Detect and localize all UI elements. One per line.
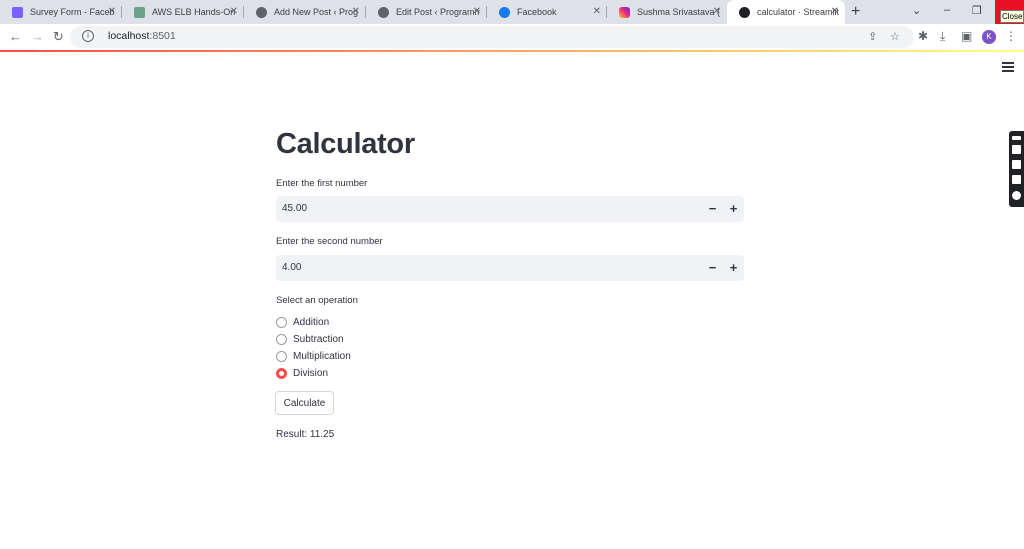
tab-title: AWS ELB Hands-On (152, 7, 236, 17)
header-decoration (0, 50, 1024, 52)
close-tab-icon[interactable]: ✕ (108, 6, 116, 18)
tab-search-chevron-icon[interactable]: ⌄ (912, 4, 921, 17)
radio-button[interactable] (276, 333, 287, 345)
drag-handle-icon[interactable] (1012, 136, 1021, 140)
close-tab-icon[interactable]: ✕ (713, 6, 721, 18)
tab-title: Edit Post ‹ Programm (396, 7, 480, 17)
first-number-value: 45.00 (282, 203, 308, 214)
window-capture-icon[interactable] (1012, 175, 1021, 184)
second-number-input[interactable]: 4.00 − + (276, 255, 744, 281)
tab-title: Sushma Srivastava ( (637, 7, 721, 17)
tab-title: Facebook (517, 7, 557, 17)
streamlit-icon (739, 6, 750, 18)
tab-strip: Survey Form - Faceb ✕ AWS ELB Hands-On ✕… (0, 0, 1024, 24)
tab-calculator-streamlit[interactable]: calculator · Streamlit ✕ (727, 0, 845, 24)
instagram-icon (619, 6, 630, 18)
tab-title: calculator · Streamlit (757, 7, 840, 17)
tab-edit-post[interactable]: Edit Post ‹ Programm ✕ (366, 0, 487, 24)
radio-button[interactable] (276, 316, 287, 328)
close-tab-icon[interactable]: ✕ (593, 6, 601, 18)
profile-avatar[interactable]: K (982, 30, 996, 44)
close-tab-icon[interactable]: ✕ (473, 6, 481, 18)
radio-label: Division (293, 367, 329, 379)
tab-title: Add New Post ‹ Prog (274, 7, 358, 17)
camera-icon[interactable] (1012, 145, 1021, 154)
forward-arrow-icon[interactable]: → (31, 29, 44, 45)
page-title: Calculator (276, 128, 415, 160)
first-number-input[interactable]: 45.00 − + (276, 196, 744, 222)
tab-aws-elb[interactable]: AWS ELB Hands-On ✕ (122, 0, 244, 24)
second-number-label: Enter the second number (276, 236, 383, 247)
main-menu-icon[interactable] (1002, 62, 1014, 72)
second-number-value: 4.00 (282, 262, 302, 273)
tab-favicon-icon (12, 6, 23, 18)
tab-survey-form[interactable]: Survey Form - Faceb ✕ (0, 0, 122, 24)
radio-button[interactable] (276, 350, 287, 362)
reload-icon[interactable]: ↻ (53, 29, 64, 45)
video-icon[interactable] (1012, 160, 1021, 169)
site-info-icon[interactable]: i (82, 30, 94, 42)
facebook-icon (499, 6, 510, 18)
bookmark-star-icon[interactable]: ☆ (890, 30, 900, 43)
close-tooltip: Close (1000, 10, 1024, 23)
globe-icon (378, 6, 389, 18)
radio-label: Subtraction (293, 333, 344, 345)
address-bar[interactable]: i localhost:8501 ⇪ ☆ (70, 26, 914, 48)
tab-title: Survey Form - Faceb (30, 7, 114, 17)
close-tab-icon[interactable]: ✕ (352, 6, 360, 18)
settings-gear-icon[interactable] (1012, 191, 1021, 200)
operation-label: Select an operation (276, 295, 358, 306)
calculate-button[interactable]: Calculate (275, 391, 334, 415)
radio-addition[interactable]: Addition (276, 315, 329, 329)
share-icon[interactable]: ⇪ (868, 30, 877, 43)
radio-division[interactable]: Division (276, 366, 328, 380)
second-number-decrement-button[interactable]: − (702, 255, 723, 281)
tab-instagram[interactable]: Sushma Srivastava ( ✕ (607, 0, 727, 24)
url-text: localhost:8501 (108, 30, 176, 42)
back-arrow-icon[interactable]: ← (9, 29, 22, 45)
recorder-widget (1009, 131, 1024, 207)
restore-icon[interactable]: ❐ (972, 4, 982, 17)
first-number-increment-button[interactable]: + (723, 196, 744, 222)
first-number-decrement-button[interactable]: − (702, 196, 723, 222)
tab-add-new-post[interactable]: Add New Post ‹ Prog ✕ (244, 0, 366, 24)
globe-icon (256, 6, 267, 18)
second-number-increment-button[interactable]: + (723, 255, 744, 281)
radio-button-selected[interactable] (276, 367, 287, 379)
close-tab-icon[interactable]: ✕ (230, 6, 238, 18)
close-tab-icon[interactable]: ✕ (831, 6, 839, 18)
radio-label: Multiplication (293, 350, 351, 362)
browser-toolbar: ← → ↻ i localhost:8501 ⇪ ☆ ✱ ⤓ ▣ (0, 24, 1024, 50)
radio-multiplication[interactable]: Multiplication (276, 349, 351, 363)
result-text: Result: 11.25 (276, 429, 335, 440)
extensions-puzzle-icon[interactable]: ✱ (918, 29, 928, 43)
browser-menu-icon[interactable]: ⋮ (1005, 29, 1017, 43)
side-panel-icon[interactable]: ▣ (961, 29, 972, 43)
first-number-label: Enter the first number (276, 178, 368, 189)
tab-facebook[interactable]: Facebook ✕ (487, 0, 607, 24)
tab-favicon-icon (134, 6, 145, 18)
radio-label: Addition (293, 316, 330, 328)
radio-subtraction[interactable]: Subtraction (276, 332, 344, 346)
download-icon[interactable]: ⤓ (940, 29, 945, 44)
new-tab-plus-icon[interactable]: + (851, 3, 860, 21)
minimize-icon[interactable]: – (944, 4, 950, 16)
